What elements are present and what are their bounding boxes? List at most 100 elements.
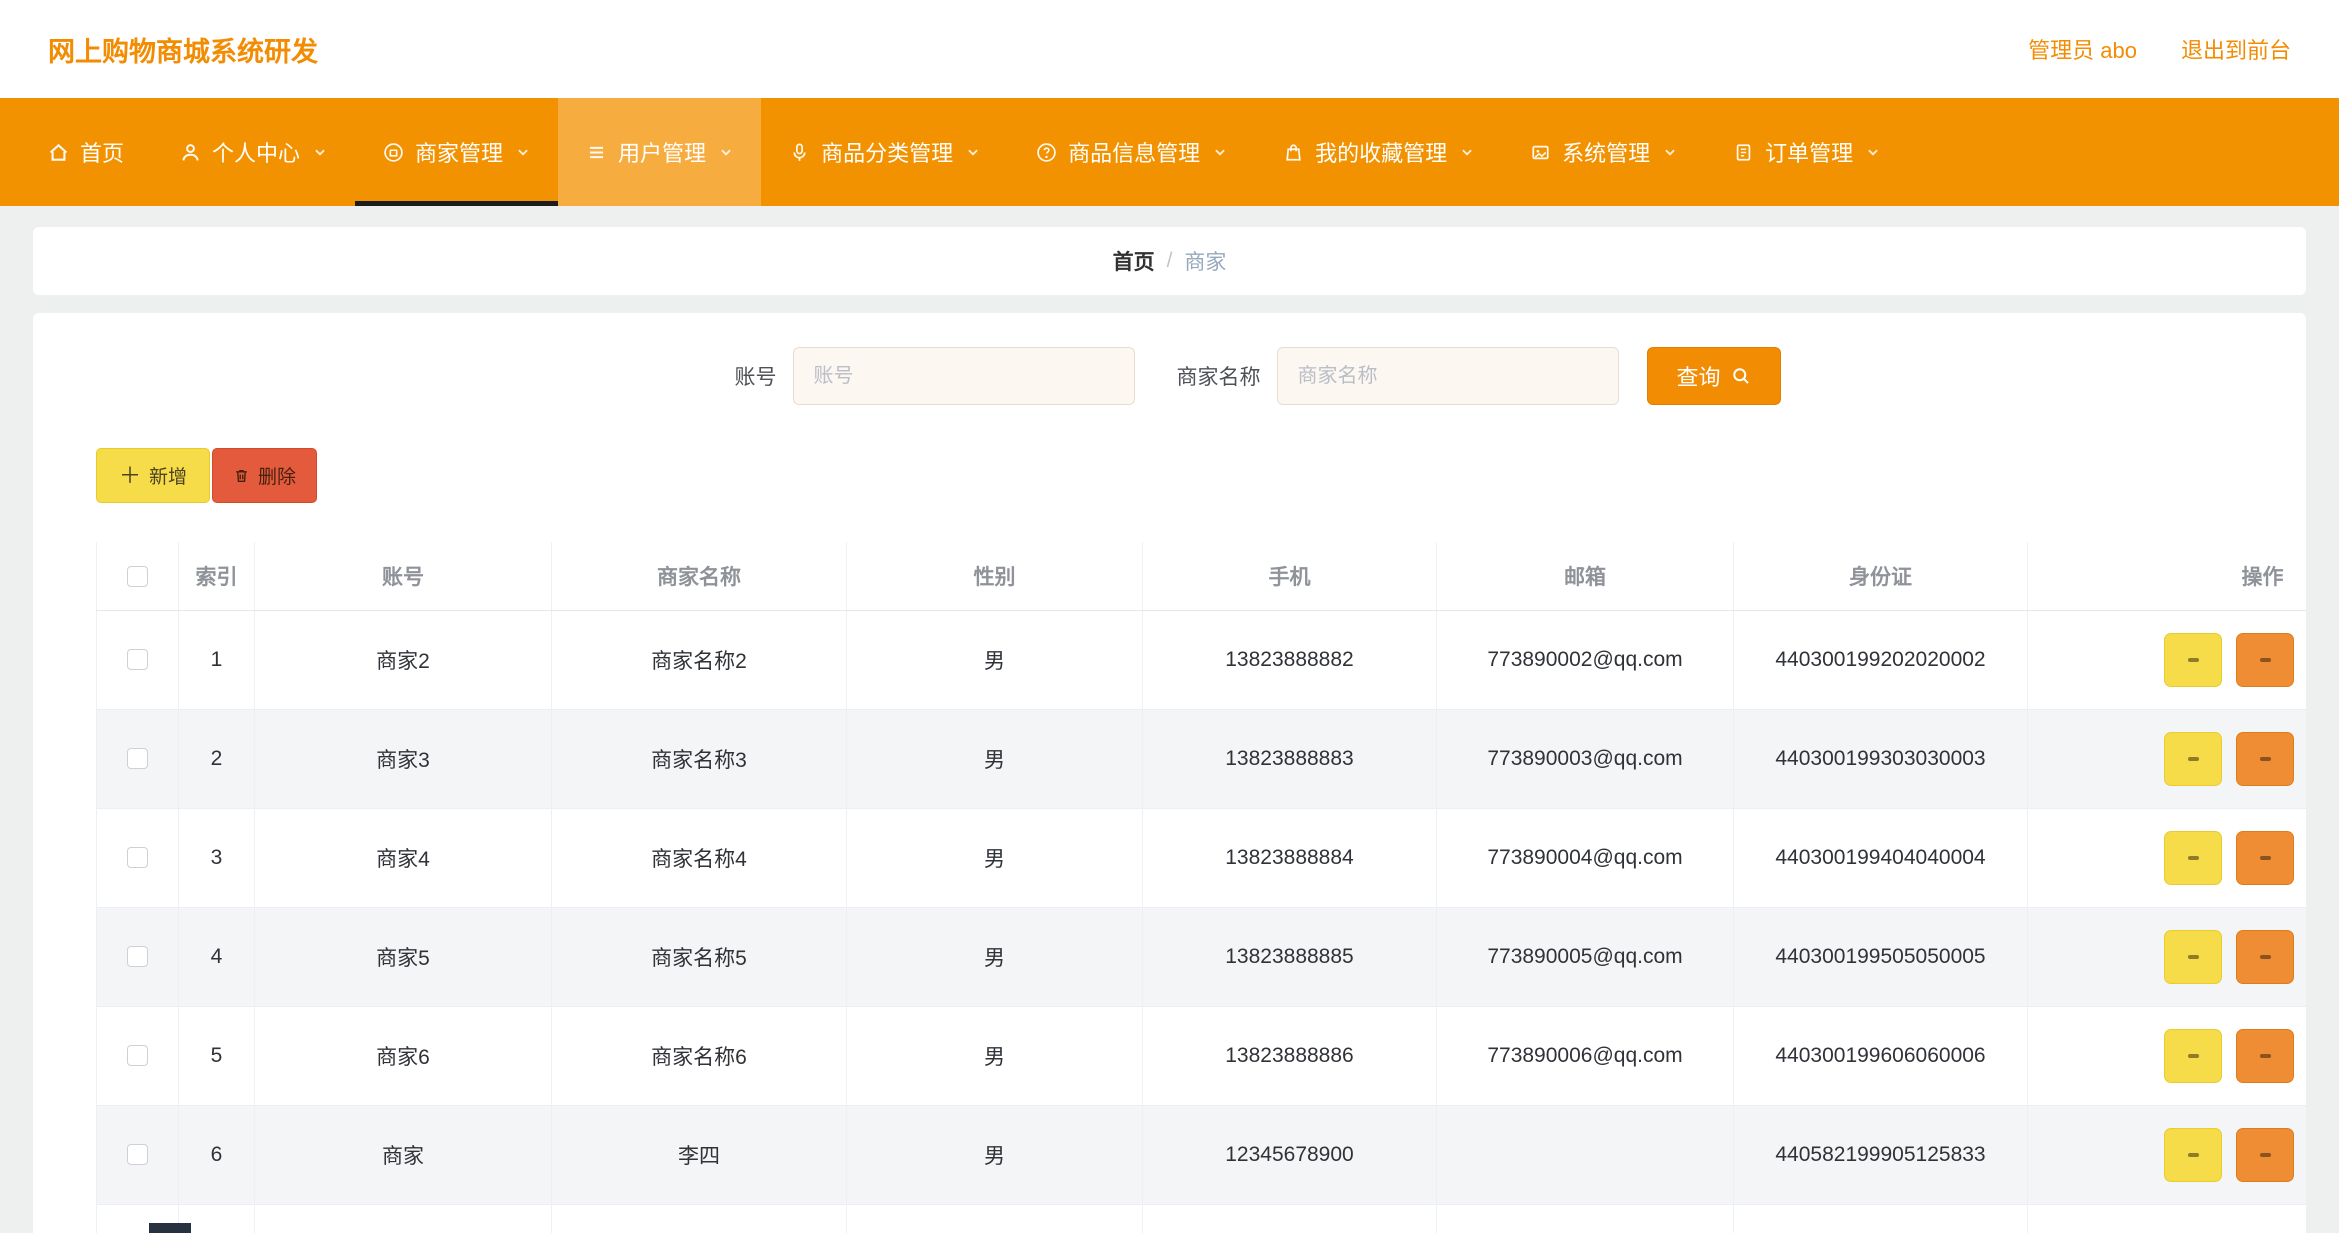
breadcrumb-current: 商家 bbox=[1184, 246, 1226, 276]
row-edit-button[interactable] bbox=[2236, 732, 2294, 786]
row-detail-button[interactable] bbox=[2164, 831, 2222, 885]
row-detail-button[interactable] bbox=[2164, 1029, 2222, 1083]
query-button-label: 查询 bbox=[1676, 360, 1720, 392]
cell-account bbox=[255, 1204, 552, 1233]
cell-index: 2 bbox=[179, 709, 255, 808]
row-checkbox[interactable] bbox=[127, 649, 148, 670]
row-checkbox[interactable] bbox=[127, 748, 148, 769]
row-detail-button[interactable] bbox=[2164, 633, 2222, 687]
row-edit-button[interactable] bbox=[2236, 1029, 2294, 1083]
admin-user-link[interactable]: 管理员 abo bbox=[2028, 33, 2137, 65]
merchants-table-wrap: 索引账号商家名称性别手机邮箱身份证操作 1商家2商家名称2男1382388888… bbox=[96, 542, 2306, 1233]
nav-item-system-management[interactable]: 系统管理 bbox=[1502, 98, 1705, 206]
cell-phone: 13823888885 bbox=[1143, 907, 1437, 1006]
table-row: 5商家6商家名称6男13823888886773890006@qq.com440… bbox=[97, 1006, 2307, 1105]
notebook-icon bbox=[1733, 142, 1754, 163]
cell-index: 3 bbox=[179, 808, 255, 907]
cell-gender bbox=[847, 1204, 1143, 1233]
row-edit-button[interactable] bbox=[2236, 633, 2294, 687]
delete-button[interactable]: 删除 bbox=[212, 448, 317, 503]
column-header: 性别 bbox=[847, 542, 1143, 610]
main-navbar: 首页个人中心商家管理 用户管理 商品分类管理 商品信息管理 我的收藏管理 系统管理 订单管理 bbox=[0, 98, 2339, 206]
nav-item-label: 用户管理 bbox=[618, 136, 706, 168]
account-input[interactable] bbox=[793, 347, 1135, 405]
cell-email bbox=[1437, 1204, 1734, 1233]
row-checkbox[interactable] bbox=[127, 1045, 148, 1066]
nav-item-category-management[interactable]: 商品分类管理 bbox=[761, 98, 1008, 206]
app-title: 网上购物商城系统研发 bbox=[48, 30, 318, 69]
cell-phone: 12345678900 bbox=[1143, 1105, 1437, 1204]
cell-phone: 13823888884 bbox=[1143, 808, 1437, 907]
query-button[interactable]: 查询 bbox=[1647, 347, 1781, 405]
cell-merchant-name: 商家名称6 bbox=[552, 1006, 847, 1105]
cell-merchant-name: 李四 bbox=[552, 1105, 847, 1204]
row-edit-button[interactable] bbox=[2236, 831, 2294, 885]
chevron-down-icon bbox=[966, 145, 980, 159]
cell-email: 773890002@qq.com bbox=[1437, 610, 1734, 709]
row-detail-button[interactable] bbox=[2164, 930, 2222, 984]
cell-id-card: 440300199505050005 bbox=[1734, 907, 2028, 1006]
nav-item-home[interactable]: 首页 bbox=[20, 98, 152, 206]
trash-icon bbox=[233, 467, 250, 484]
question-circle-icon bbox=[1036, 142, 1057, 163]
nav-item-label: 商品信息管理 bbox=[1068, 136, 1200, 168]
row-detail-button[interactable] bbox=[2164, 1128, 2222, 1182]
cell-merchant-name: 商家名称2 bbox=[552, 610, 847, 709]
pagination-partial bbox=[149, 1223, 191, 1233]
table-row: 1商家2商家名称2男13823888882773890002@qq.com440… bbox=[97, 610, 2307, 709]
nav-item-label: 首页 bbox=[80, 136, 124, 168]
microphone-icon bbox=[789, 142, 810, 163]
chevron-down-icon bbox=[1663, 145, 1677, 159]
merchant-name-input[interactable] bbox=[1277, 347, 1619, 405]
table-row: 2商家3商家名称3男13823888883773890003@qq.com440… bbox=[97, 709, 2307, 808]
nav-item-label: 订单管理 bbox=[1765, 136, 1853, 168]
list-icon bbox=[586, 142, 607, 163]
column-header: 身份证 bbox=[1734, 542, 2028, 610]
add-button[interactable]: ＋ 新增 bbox=[96, 448, 210, 503]
nav-item-favorites-management[interactable]: 我的收藏管理 bbox=[1255, 98, 1502, 206]
row-edit-button[interactable] bbox=[2236, 930, 2294, 984]
cell-gender: 男 bbox=[847, 709, 1143, 808]
column-header: 商家名称 bbox=[552, 542, 847, 610]
cell-gender: 男 bbox=[847, 808, 1143, 907]
chevron-down-icon bbox=[1213, 145, 1227, 159]
cell-merchant-name: 商家名称5 bbox=[552, 907, 847, 1006]
chevron-down-icon bbox=[1866, 145, 1880, 159]
cell-id-card: 440300199303030003 bbox=[1734, 709, 2028, 808]
nav-item-label: 商品分类管理 bbox=[821, 136, 953, 168]
cell-account: 商家 bbox=[255, 1105, 552, 1204]
search-icon bbox=[1731, 366, 1751, 386]
nav-item-merchant-management[interactable]: 商家管理 bbox=[355, 98, 558, 206]
row-checkbox[interactable] bbox=[127, 847, 148, 868]
cell-account: 商家3 bbox=[255, 709, 552, 808]
logout-to-frontend-link[interactable]: 退出到前台 bbox=[2181, 33, 2291, 65]
store-icon bbox=[383, 142, 404, 163]
nav-item-user-management[interactable]: 用户管理 bbox=[558, 98, 761, 206]
select-all-checkbox[interactable] bbox=[127, 566, 148, 587]
cell-merchant-name: 商家名称4 bbox=[552, 808, 847, 907]
table-row: 4商家5商家名称5男13823888885773890005@qq.com440… bbox=[97, 907, 2307, 1006]
chevron-down-icon bbox=[313, 145, 327, 159]
row-edit-button[interactable] bbox=[2236, 1128, 2294, 1182]
chevron-down-icon bbox=[1460, 145, 1474, 159]
nav-item-order-management[interactable]: 订单管理 bbox=[1705, 98, 1908, 206]
breadcrumb-separator: / bbox=[1167, 249, 1173, 273]
cell-gender: 男 bbox=[847, 610, 1143, 709]
row-detail-button[interactable] bbox=[2164, 732, 2222, 786]
table-row: 3商家4商家名称4男13823888884773890004@qq.com440… bbox=[97, 808, 2307, 907]
cell-gender: 男 bbox=[847, 907, 1143, 1006]
cell-merchant-name: 商家名称3 bbox=[552, 709, 847, 808]
table-actions: ＋ 新增 删除 bbox=[96, 448, 2306, 503]
breadcrumb-home[interactable]: 首页 bbox=[1113, 246, 1155, 276]
nav-item-label: 系统管理 bbox=[1562, 136, 1650, 168]
column-header: 账号 bbox=[255, 542, 552, 610]
cell-id-card: 440300199202020002 bbox=[1734, 610, 2028, 709]
nav-item-profile[interactable]: 个人中心 bbox=[152, 98, 355, 206]
row-checkbox[interactable] bbox=[127, 1144, 148, 1165]
chevron-down-icon bbox=[719, 145, 733, 159]
delete-button-label: 删除 bbox=[258, 462, 296, 489]
row-checkbox[interactable] bbox=[127, 946, 148, 967]
bag-icon bbox=[1283, 142, 1304, 163]
cell-index: 5 bbox=[179, 1006, 255, 1105]
nav-item-product-info-management[interactable]: 商品信息管理 bbox=[1008, 98, 1255, 206]
